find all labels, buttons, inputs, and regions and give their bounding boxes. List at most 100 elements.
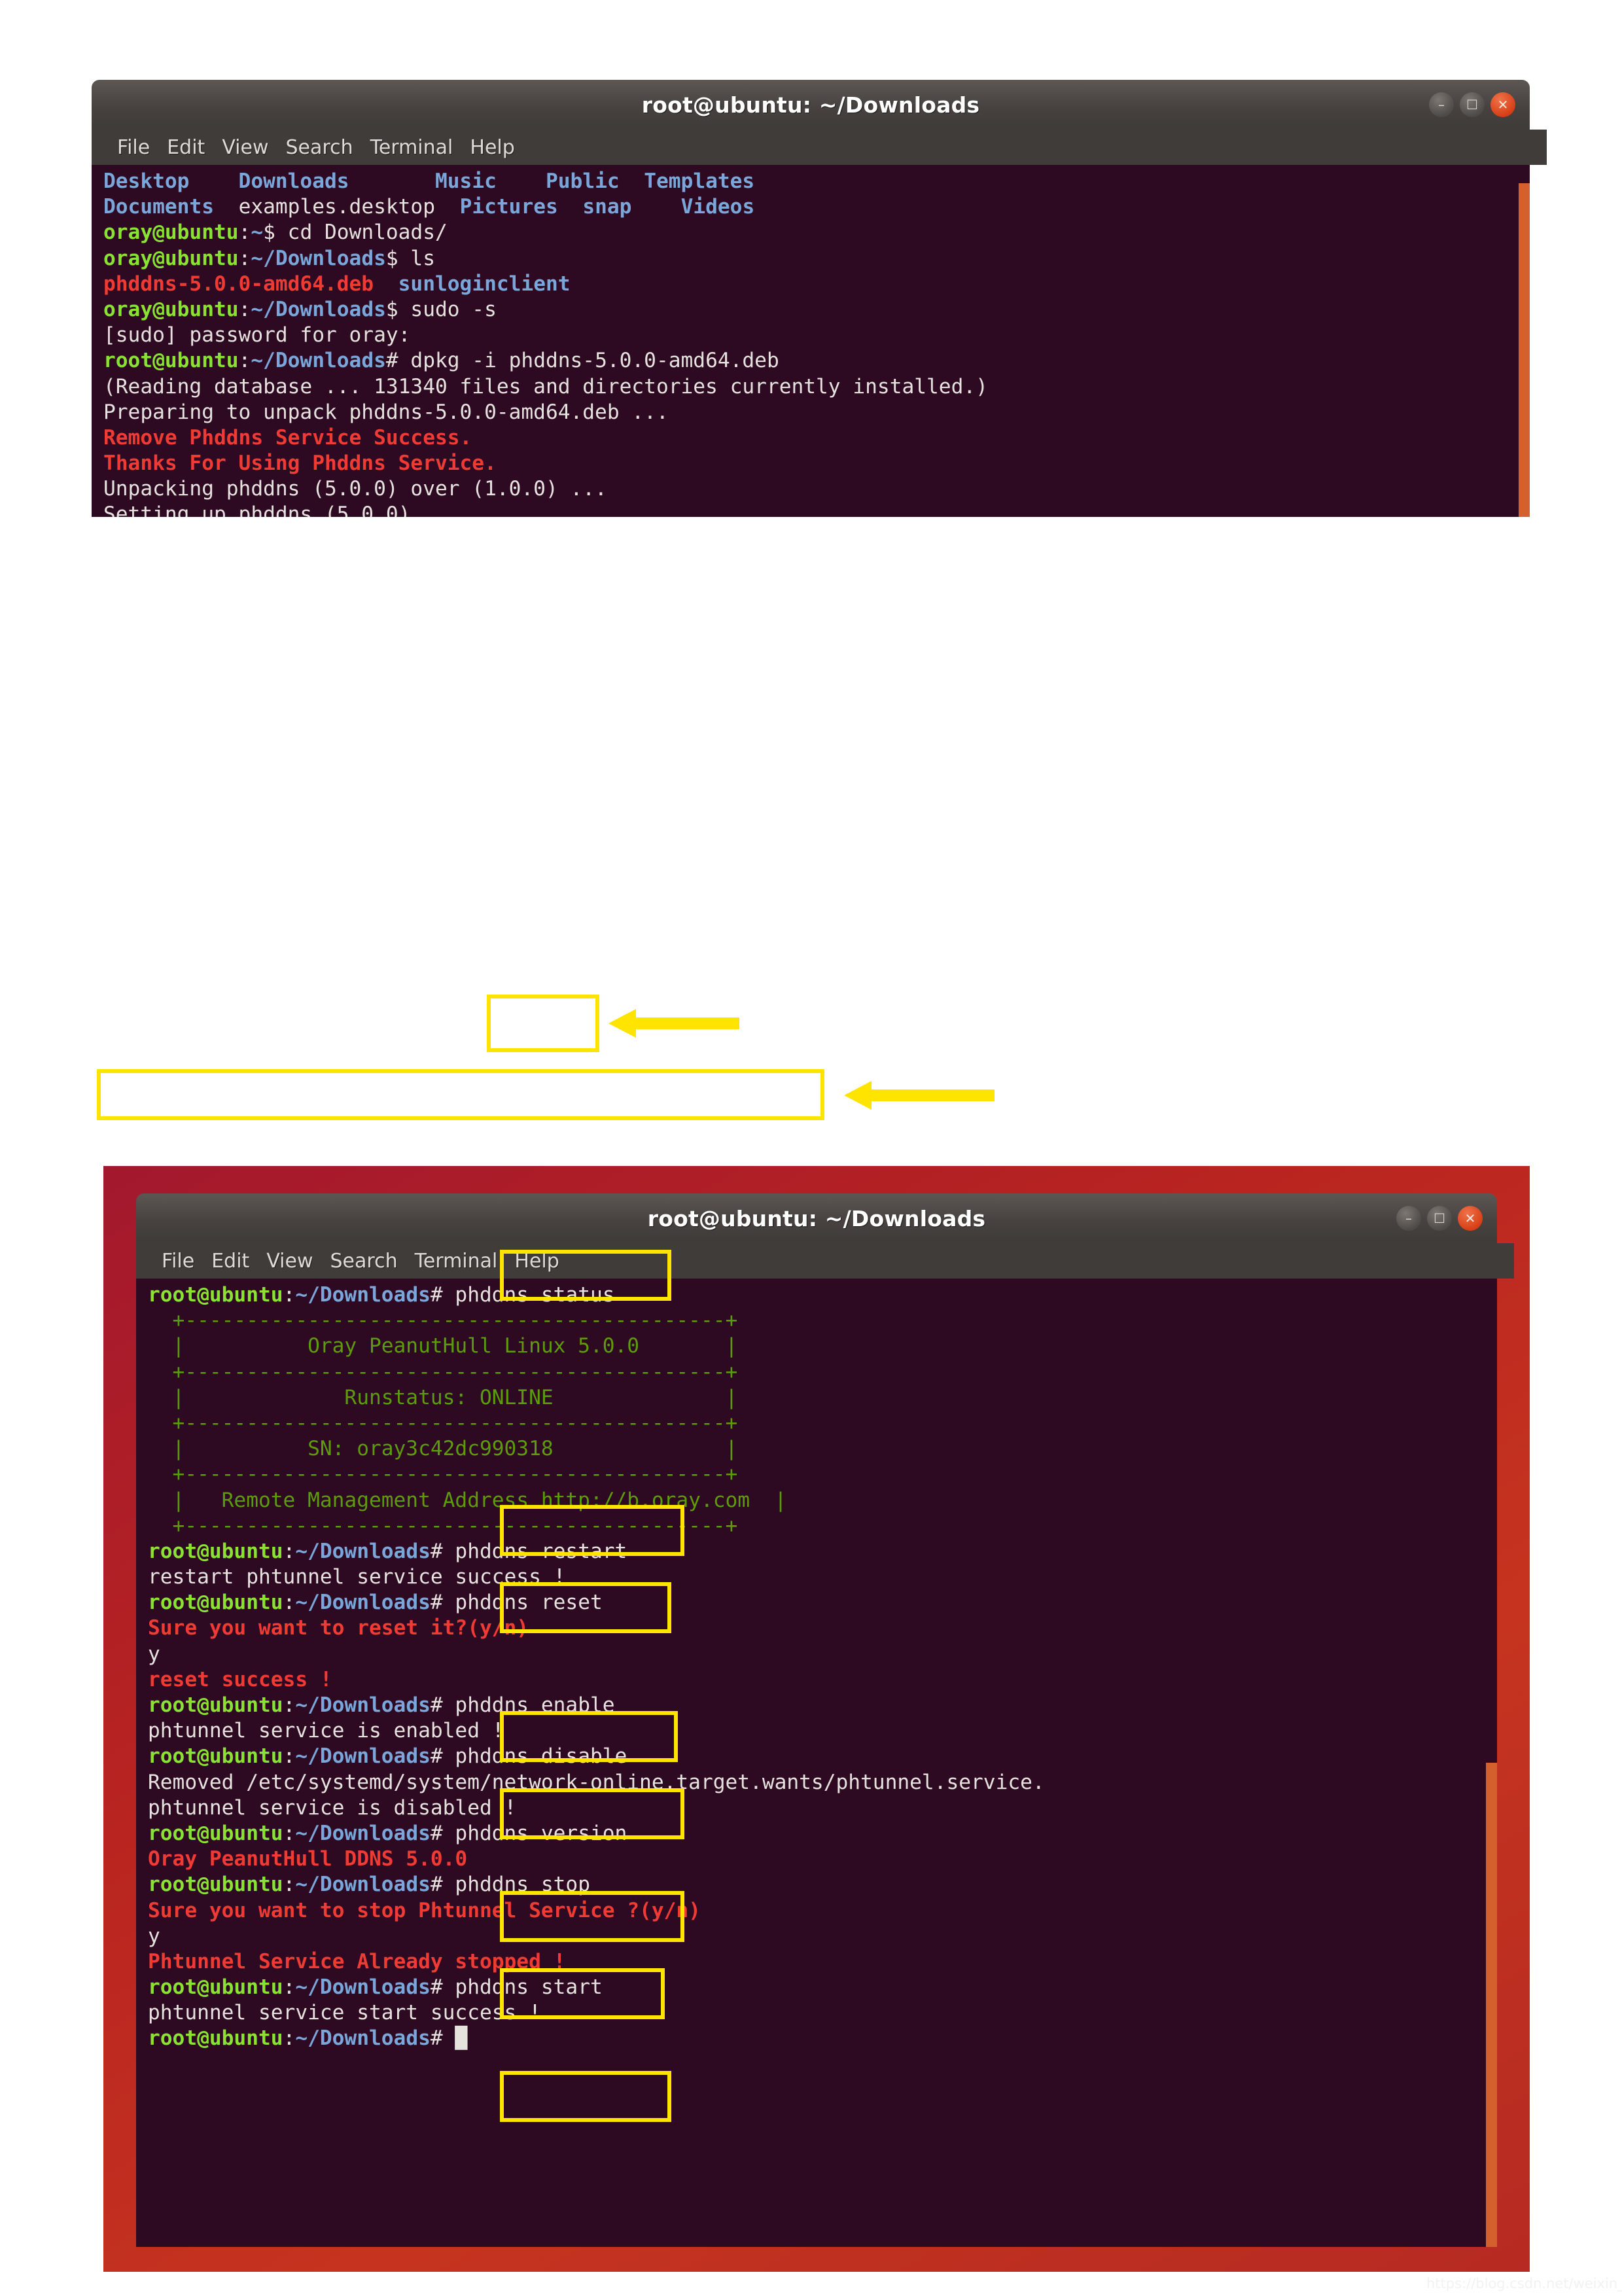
terminal-segment: Music — [434, 169, 497, 193]
terminal-line: reset success ! — [148, 1667, 1045, 1693]
terminal-segment: root@ubuntu — [148, 1873, 283, 1897]
terminal-line: | SN: oray3c42dc990318 | — [148, 1436, 1045, 1462]
terminal-segment — [435, 195, 460, 219]
terminal-line: phtunnel service is enabled ! — [148, 1718, 1045, 1744]
menu-file[interactable]: File — [109, 136, 158, 159]
terminal-segment: ~/Downloads — [251, 297, 386, 321]
terminal-segment: y — [148, 1642, 160, 1666]
window-controls-1[interactable]: – ☐ ✕ — [1429, 92, 1515, 117]
terminal-line: | Remote Management Address http://b.ora… — [148, 1488, 1045, 1513]
terminal-line: phtunnel service is disabled ! — [148, 1795, 1045, 1821]
menu-help[interactable]: Help — [461, 136, 523, 159]
terminal-segment: phddns-5.0.0-amd64.deb — [103, 272, 374, 296]
menu-terminal[interactable]: Terminal — [362, 136, 462, 159]
terminal-segment: # phddns status — [430, 1283, 615, 1307]
terminal-segment — [214, 195, 239, 219]
terminal-segment: Phtunnel Service Already stopped ! — [148, 1949, 566, 1973]
terminal-segment: Oray PeanutHull DDNS 5.0.0 — [148, 1847, 468, 1871]
terminal-segment: root@ubuntu — [148, 1539, 283, 1563]
terminal-line: root@ubuntu:~/Downloads# phddns version — [148, 1821, 1045, 1846]
terminal-segment: examples.desktop — [238, 195, 435, 219]
terminal-line: Sure you want to reset it?(y/n) — [148, 1616, 1045, 1641]
titlebar-2[interactable]: root@ubuntu: ~/Downloads – ☐ ✕ — [136, 1193, 1497, 1243]
terminal-segment: root@ubuntu — [148, 1591, 283, 1615]
maximize-button[interactable]: ☐ — [1460, 92, 1485, 117]
minimize-button-2[interactable]: – — [1396, 1206, 1421, 1231]
terminal-segment: Remove Phddns Service Success. — [103, 425, 472, 450]
terminal-line: root@ubuntu:~/Downloads# █ — [148, 2026, 1045, 2051]
terminal-line: Phtunnel Service Already stopped ! — [148, 1949, 1045, 1975]
terminal-segment: Unpacking phddns (5.0.0) over (1.0.0) ..… — [103, 477, 607, 501]
terminal-segment: root@ubuntu — [148, 1975, 283, 2000]
menu-search[interactable]: Search — [277, 136, 362, 159]
terminal-segment: $ cd Downloads/ — [263, 221, 448, 245]
terminal-segment: # phddns enable — [430, 1693, 615, 1717]
terminal-segment: # phddns version — [430, 1821, 627, 1845]
menu-edit[interactable]: Edit — [158, 136, 213, 159]
terminal-segment: (Reading database ... 131340 files and d… — [103, 374, 988, 398]
terminal-output-2[interactable]: root@ubuntu:~/Downloads# phddns status +… — [136, 1279, 1497, 2247]
terminal-line: root@ubuntu:~/Downloads# phddns restart — [148, 1539, 1045, 1564]
minimize-button[interactable]: – — [1429, 92, 1454, 117]
terminal-segment: | Oray PeanutHull Linux 5.0.0 | — [148, 1334, 738, 1358]
terminal-segment: : — [283, 2026, 296, 2051]
terminal-segment: phtunnel service start success ! — [148, 2001, 541, 2025]
terminal-segment: ~/Downloads — [295, 1693, 431, 1717]
terminal-line: y — [148, 1642, 1045, 1667]
terminal-segment: ~ — [251, 221, 264, 245]
terminal-line: root@ubuntu:~/Downloads# phddns start — [148, 1975, 1045, 2000]
scrollbar-1[interactable] — [1519, 183, 1530, 517]
terminal-segment: Sure you want to stop Phtunnel Service ?… — [148, 1898, 701, 1922]
terminal-line: phtunnel service start success ! — [148, 2000, 1045, 2026]
terminal-output-1[interactable]: Desktop Downloads Music Public Templates… — [92, 165, 1530, 517]
terminal-segment: Thanks For Using Phddns Service. — [103, 451, 497, 476]
terminal-segment: Documents — [103, 195, 214, 219]
menu-view[interactable]: View — [213, 136, 277, 159]
terminal-segment: # phddns disable — [430, 1744, 627, 1769]
scrollbar-2[interactable] — [1486, 1763, 1497, 2247]
terminal-line: oray@ubuntu:~/Downloads$ ls — [103, 246, 1184, 272]
terminal-segment — [349, 169, 435, 193]
terminal-segment: | Runstatus: ONLINE | — [148, 1385, 738, 1409]
close-button[interactable]: ✕ — [1490, 92, 1515, 117]
terminal-text-1: Desktop Downloads Music Public Templates… — [103, 169, 1184, 517]
terminal-line: Remove Phddns Service Success. — [103, 425, 1184, 451]
terminal-segment: phtunnel service is enabled ! — [148, 1719, 504, 1743]
titlebar-1[interactable]: root@ubuntu: ~/Downloads – ☐ ✕ — [92, 80, 1530, 130]
close-button-2[interactable]: ✕ — [1458, 1206, 1483, 1231]
maximize-button-2[interactable]: ☐ — [1427, 1206, 1452, 1231]
menu-view-2[interactable]: View — [258, 1250, 321, 1273]
terminal-segment: : — [283, 1693, 296, 1717]
menu-edit-2[interactable]: Edit — [203, 1250, 258, 1273]
terminal-segment: [sudo] password for oray: — [103, 323, 411, 347]
window-title: root@ubuntu: ~/Downloads — [641, 92, 980, 118]
terminal-window-2[interactable]: root@ubuntu: ~/Downloads – ☐ ✕ File Edit… — [136, 1193, 1514, 2247]
terminal-line: root@ubuntu:~/Downloads# phddns enable — [148, 1693, 1045, 1718]
left-arrow-icon-1 — [608, 1009, 739, 1038]
terminal-segment: : — [238, 246, 251, 270]
menu-file-2[interactable]: File — [153, 1250, 203, 1273]
terminal-segment: : — [238, 221, 251, 245]
terminal-segment: : — [283, 1975, 296, 2000]
menu-terminal-2[interactable]: Terminal — [406, 1250, 506, 1273]
window-controls-2[interactable]: – ☐ ✕ — [1396, 1206, 1483, 1231]
highlight-box-usage-string — [97, 1069, 824, 1120]
terminal-segment — [620, 169, 644, 193]
menubar-1[interactable]: File Edit View Search Terminal Help — [92, 130, 1547, 165]
terminal-segment: ~/Downloads — [295, 1873, 431, 1897]
terminal-segment: snap — [582, 195, 632, 219]
terminal-segment: oray@ubuntu — [103, 246, 239, 270]
menu-search-2[interactable]: Search — [322, 1250, 406, 1273]
terminal-segment: +---------------------------------------… — [148, 1360, 738, 1384]
terminal-line: +---------------------------------------… — [148, 1411, 1045, 1436]
terminal-segment: restart phtunnel service success ! — [148, 1565, 566, 1589]
terminal-segment: Public — [545, 169, 620, 193]
menu-help-2[interactable]: Help — [506, 1250, 567, 1273]
terminal-line: Thanks For Using Phddns Service. — [103, 451, 1184, 476]
terminal-segment: Pictures — [459, 195, 558, 219]
terminal-segment: $ ls — [385, 246, 435, 270]
terminal-segment: # phddns restart — [430, 1539, 627, 1563]
menubar-2[interactable]: File Edit View Search Terminal Help — [136, 1243, 1514, 1279]
terminal-window-1[interactable]: root@ubuntu: ~/Downloads – ☐ ✕ File Edit… — [92, 80, 1547, 517]
terminal-line: | Oray PeanutHull Linux 5.0.0 | — [148, 1333, 1045, 1359]
